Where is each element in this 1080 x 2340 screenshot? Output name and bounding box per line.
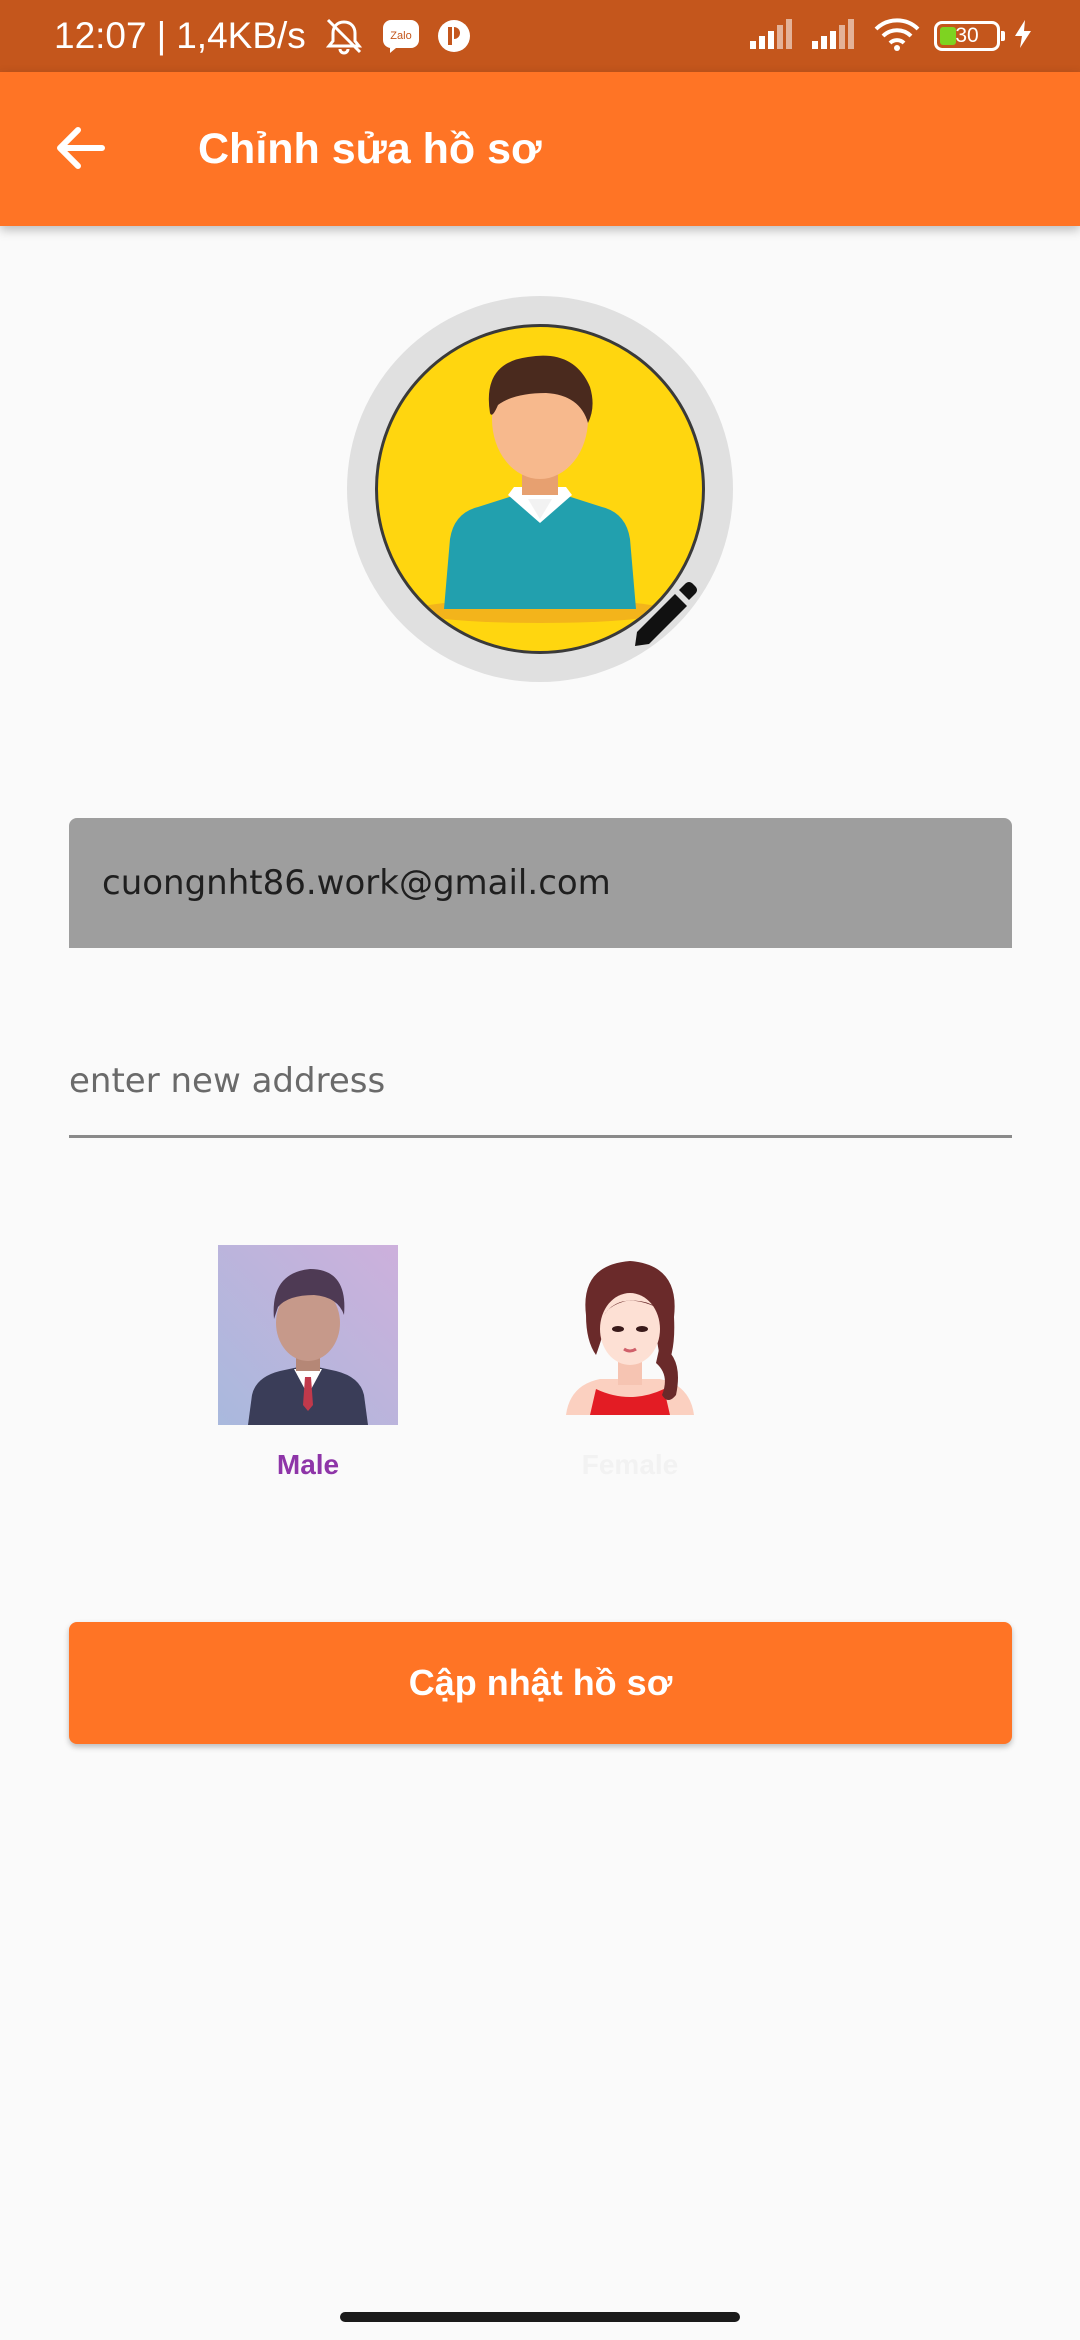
page-title: Chỉnh sửa hồ sơ xyxy=(198,125,542,173)
avatar-picker[interactable] xyxy=(347,296,733,682)
bell-muted-icon xyxy=(322,16,366,56)
gender-option-female[interactable]: Female xyxy=(560,1245,700,1485)
update-profile-button[interactable]: Cập nhật hồ sơ xyxy=(69,1622,1012,1744)
signal-icon xyxy=(750,18,798,54)
status-right: 30 xyxy=(750,0,1032,72)
gender-label-female: Female xyxy=(581,1449,679,1480)
status-separator: | xyxy=(156,15,167,56)
status-time: 12:07 xyxy=(54,15,147,56)
zalo-icon: Zalo xyxy=(382,19,420,53)
address-input[interactable] xyxy=(69,1026,1012,1138)
app-notification-icon xyxy=(436,18,472,54)
male-avatar-icon xyxy=(218,1245,398,1425)
email-field: cuongnht86.work@gmail.com xyxy=(69,818,1012,948)
charging-icon xyxy=(1014,19,1032,53)
zalo-text: Zalo xyxy=(390,30,411,42)
battery-fill xyxy=(940,27,956,45)
home-indicator[interactable] xyxy=(340,2312,740,2322)
network-speed: 1,4KB/s xyxy=(176,15,306,56)
status-left: 12:07 | 1,4KB/s Zalo xyxy=(54,0,472,72)
gender-option-male[interactable]: Male xyxy=(218,1245,398,1485)
battery-level: 30 xyxy=(955,24,979,47)
status-bar: 12:07 | 1,4KB/s Zalo 30 xyxy=(0,0,1080,72)
female-avatar-icon xyxy=(566,1261,694,1415)
pencil-icon[interactable] xyxy=(627,574,703,650)
app-bar: Chỉnh sửa hồ sơ xyxy=(0,72,1080,226)
gender-label-male: Male xyxy=(276,1449,340,1480)
wifi-icon xyxy=(874,17,920,56)
signal-icon xyxy=(812,18,860,54)
arrow-back-icon xyxy=(57,127,105,169)
battery-icon: 30 xyxy=(934,21,1005,51)
back-button[interactable] xyxy=(40,108,120,188)
